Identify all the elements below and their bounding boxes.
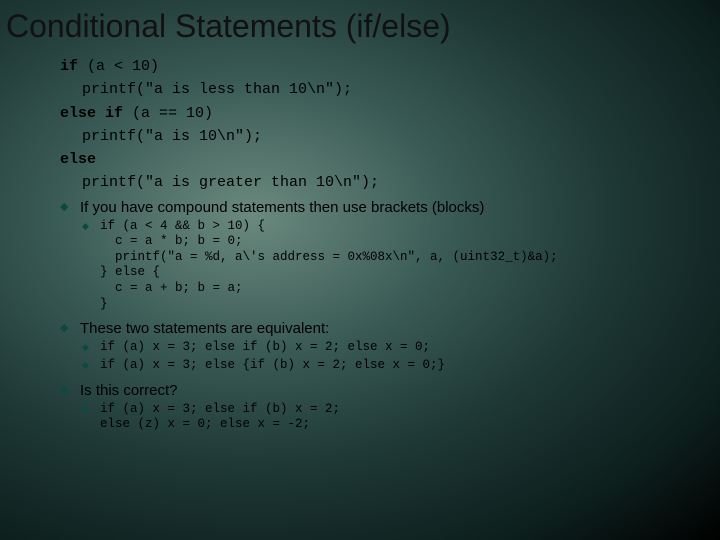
sub-block-1: if (a < 4 && b > 10) { c = a * b; b = 0;… (60, 219, 720, 313)
bullet-equiv: These two statements are equivalent: (60, 320, 720, 338)
slide-title: Conditional Statements (if/else) (0, 0, 720, 55)
code-line-3: else if (a == 10) (60, 102, 720, 125)
code-line-4: printf("a is 10\n"); (60, 125, 720, 148)
code-line-2: printf("a is less than 10\n"); (60, 78, 720, 101)
slide-content: if (a < 10) printf("a is less than 10\n"… (0, 55, 720, 433)
code-line-6: printf("a is greater than 10\n"); (60, 171, 720, 194)
compound-code: if (a < 4 && b > 10) { c = a * b; b = 0;… (100, 219, 720, 313)
equiv-code-1: if (a) x = 3; else if (b) x = 2; else x … (100, 340, 720, 356)
kw-if: if (60, 58, 78, 75)
sub-equiv-1: if (a) x = 3; else if (b) x = 2; else x … (60, 340, 720, 356)
code-cond-2: (a == 10) (123, 105, 213, 122)
code-cond-1: (a < 10) (78, 58, 159, 75)
bullet-compound-text: If you have compound statements then use… (80, 199, 484, 216)
equiv-code-2: if (a) x = 3; else {if (b) x = 2; else x… (100, 358, 720, 374)
code-line-5: else (60, 148, 720, 171)
sub-equiv-2: if (a) x = 3; else {if (b) x = 2; else x… (60, 358, 720, 374)
kw-elseif: else if (60, 105, 123, 122)
sub-correct: if (a) x = 3; else if (b) x = 2; else (z… (60, 402, 720, 433)
correct-code: if (a) x = 3; else if (b) x = 2; else (z… (100, 402, 720, 433)
bullet-correct-text: Is this correct? (80, 382, 178, 399)
bullet-correct: Is this correct? (60, 382, 720, 400)
bullet-equiv-text: These two statements are equivalent: (80, 320, 329, 337)
bullet-compound: If you have compound statements then use… (60, 199, 720, 217)
code-line-1: if (a < 10) (60, 55, 720, 78)
